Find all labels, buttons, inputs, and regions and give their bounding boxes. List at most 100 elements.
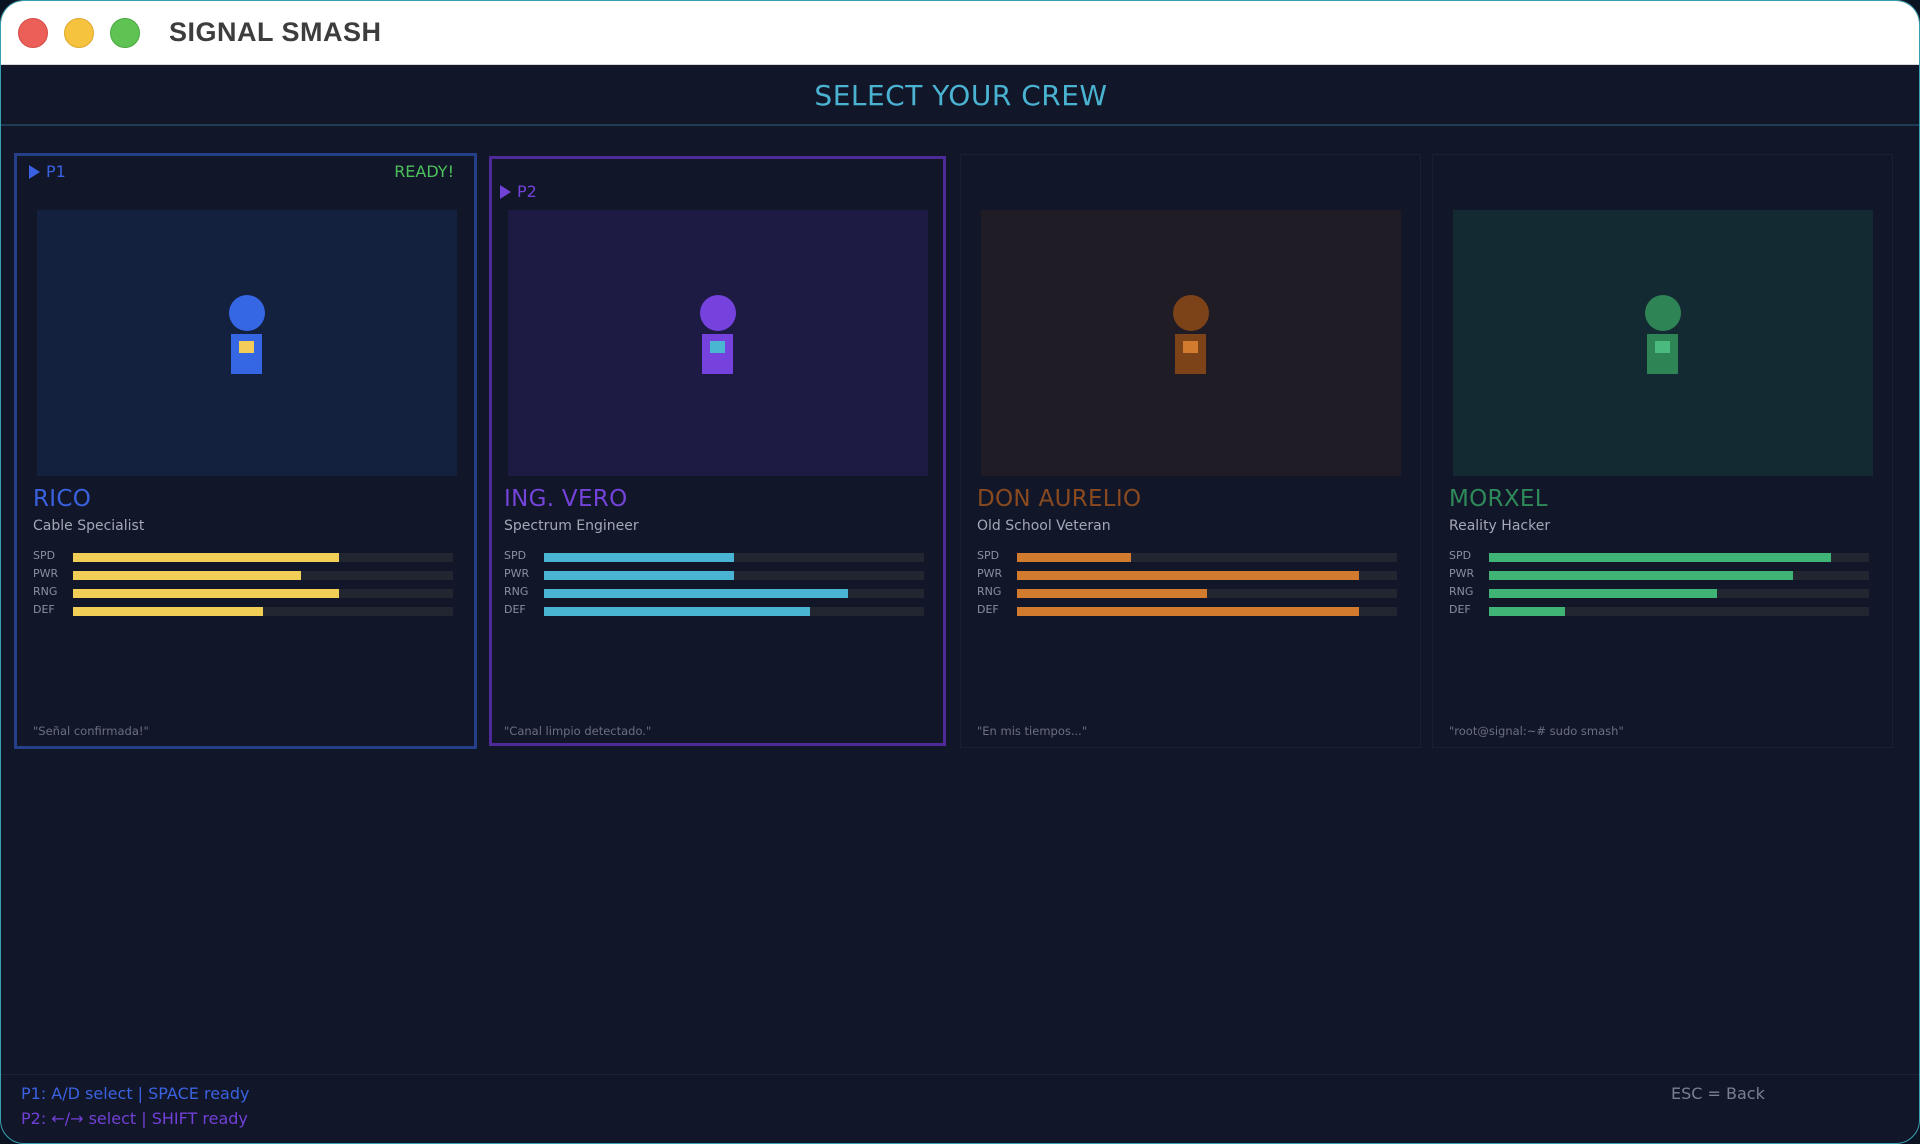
stat-label: PWR [977, 567, 1003, 580]
figure-chip [239, 341, 254, 353]
character-role: Cable Specialist [33, 518, 145, 534]
stat-row-rng: RNG [504, 584, 924, 602]
stat-bar-fill [73, 571, 301, 580]
figure-head [229, 295, 265, 331]
esc-back-hint: ESC = Back [1671, 1084, 1765, 1103]
stat-row-def: DEF [33, 602, 453, 620]
stat-bar-fill [544, 607, 810, 616]
stat-bar-fill [1017, 553, 1131, 562]
stat-label: DEF [1449, 603, 1471, 616]
stat-bar-track [1017, 571, 1397, 580]
stat-label: PWR [504, 567, 530, 580]
character-card-don-aurelio[interactable]: DON AURELIO Old School Veteran SPD PWR RNG… [960, 154, 1421, 748]
stat-row-spd: SPD [33, 548, 453, 566]
stat-list: SPD PWR RNG DEF [504, 548, 924, 620]
character-role: Spectrum Engineer [504, 518, 639, 534]
character-name: MORXEL [1449, 486, 1548, 512]
character-quote: "Canal limpio detectado." [504, 724, 652, 738]
figure-head [700, 295, 736, 331]
character-portrait [508, 210, 928, 476]
stat-bar-track [544, 571, 924, 580]
minimize-window-button[interactable] [64, 18, 94, 48]
stat-row-pwr: PWR [977, 566, 1397, 584]
app-title: SIGNAL SMASH [169, 17, 382, 47]
character-quote: "En mis tiempos..." [977, 724, 1088, 738]
stat-bar-track [73, 607, 453, 616]
stat-row-rng: RNG [1449, 584, 1869, 602]
stat-bar-fill [1017, 571, 1359, 580]
stat-bar-fill [544, 553, 734, 562]
title-bar: SIGNAL SMASH [1, 1, 1919, 65]
stat-list: SPD PWR RNG DEF [1449, 548, 1869, 620]
character-name: DON AURELIO [977, 486, 1142, 512]
character-card-rico[interactable]: P1 READY! RICO Cable Specialist SPD PWR RN… [14, 153, 477, 749]
stat-bar-fill [544, 571, 734, 580]
stat-bar-track [73, 589, 453, 598]
stat-bar-track [73, 571, 453, 580]
stat-bar-track [544, 553, 924, 562]
stat-label: SPD [977, 549, 1000, 562]
stat-bar-track [73, 553, 453, 562]
character-role: Old School Veteran [977, 518, 1111, 534]
stat-row-pwr: PWR [1449, 566, 1869, 584]
character-card-morxel[interactable]: MORXEL Reality Hacker SPD PWR RNG DEF "root… [1432, 154, 1893, 748]
character-portrait [1453, 210, 1873, 476]
stat-row-def: DEF [977, 602, 1397, 620]
character-card-ing-vero[interactable]: P2 ING. VERO Spectrum Engineer SPD PWR RNG… [489, 156, 946, 746]
stat-bar-fill [544, 589, 848, 598]
figure-body [1175, 334, 1206, 374]
p2-cursor-label: P2 [517, 182, 537, 201]
ready-badge: READY! [394, 162, 454, 181]
p1-cursor-label: P1 [46, 162, 66, 181]
stat-bar-track [1489, 571, 1869, 580]
stat-bar-fill [73, 553, 339, 562]
stat-row-spd: SPD [977, 548, 1397, 566]
stat-bar-track [1017, 589, 1397, 598]
stat-row-spd: SPD [504, 548, 924, 566]
stat-row-def: DEF [1449, 602, 1869, 620]
character-portrait [981, 210, 1401, 476]
stat-bar-track [544, 589, 924, 598]
stat-row-rng: RNG [33, 584, 453, 602]
p1-cursor: P1 [29, 162, 66, 181]
stat-bar-fill [1489, 553, 1831, 562]
stat-row-pwr: PWR [504, 566, 924, 584]
stat-label: PWR [1449, 567, 1475, 580]
stat-bar-fill [73, 607, 263, 616]
character-name: ING. VERO [504, 486, 628, 512]
stat-label: DEF [504, 603, 526, 616]
stat-bar-fill [1017, 607, 1359, 616]
stat-bar-track [1017, 553, 1397, 562]
p2-cursor: P2 [500, 182, 537, 201]
stat-bar-fill [1017, 589, 1207, 598]
controls-footer: P1: A/D select | SPACE ready P2: ←/→ sel… [1, 1074, 1919, 1143]
stat-row-def: DEF [504, 602, 924, 620]
figure-body [1647, 334, 1678, 374]
stat-row-pwr: PWR [33, 566, 453, 584]
figure-chip [710, 341, 725, 353]
stat-label: PWR [33, 567, 59, 580]
stat-label: RNG [1449, 585, 1474, 598]
stat-bar-track [1489, 607, 1869, 616]
maximize-window-button[interactable] [110, 18, 140, 48]
screen-title: SELECT YOUR CREW [814, 79, 1108, 112]
stat-label: DEF [977, 603, 999, 616]
figure-chip [1183, 341, 1198, 353]
p1-controls-hint: P1: A/D select | SPACE ready [21, 1084, 250, 1103]
stat-bar-fill [73, 589, 339, 598]
figure-body [702, 334, 733, 374]
figure-chip [1655, 341, 1670, 353]
stat-row-spd: SPD [1449, 548, 1869, 566]
stat-bar-track [1017, 607, 1397, 616]
character-portrait [37, 210, 457, 476]
p2-controls-hint: P2: ←/→ select | SHIFT ready [21, 1109, 248, 1128]
stat-label: RNG [33, 585, 58, 598]
stat-label: RNG [504, 585, 529, 598]
stat-bar-track [1489, 553, 1869, 562]
stat-bar-track [544, 607, 924, 616]
stat-bar-fill [1489, 571, 1793, 580]
stat-label: DEF [33, 603, 55, 616]
close-window-button[interactable] [18, 18, 48, 48]
character-name: RICO [33, 486, 92, 512]
screen-header: SELECT YOUR CREW [1, 65, 1919, 126]
